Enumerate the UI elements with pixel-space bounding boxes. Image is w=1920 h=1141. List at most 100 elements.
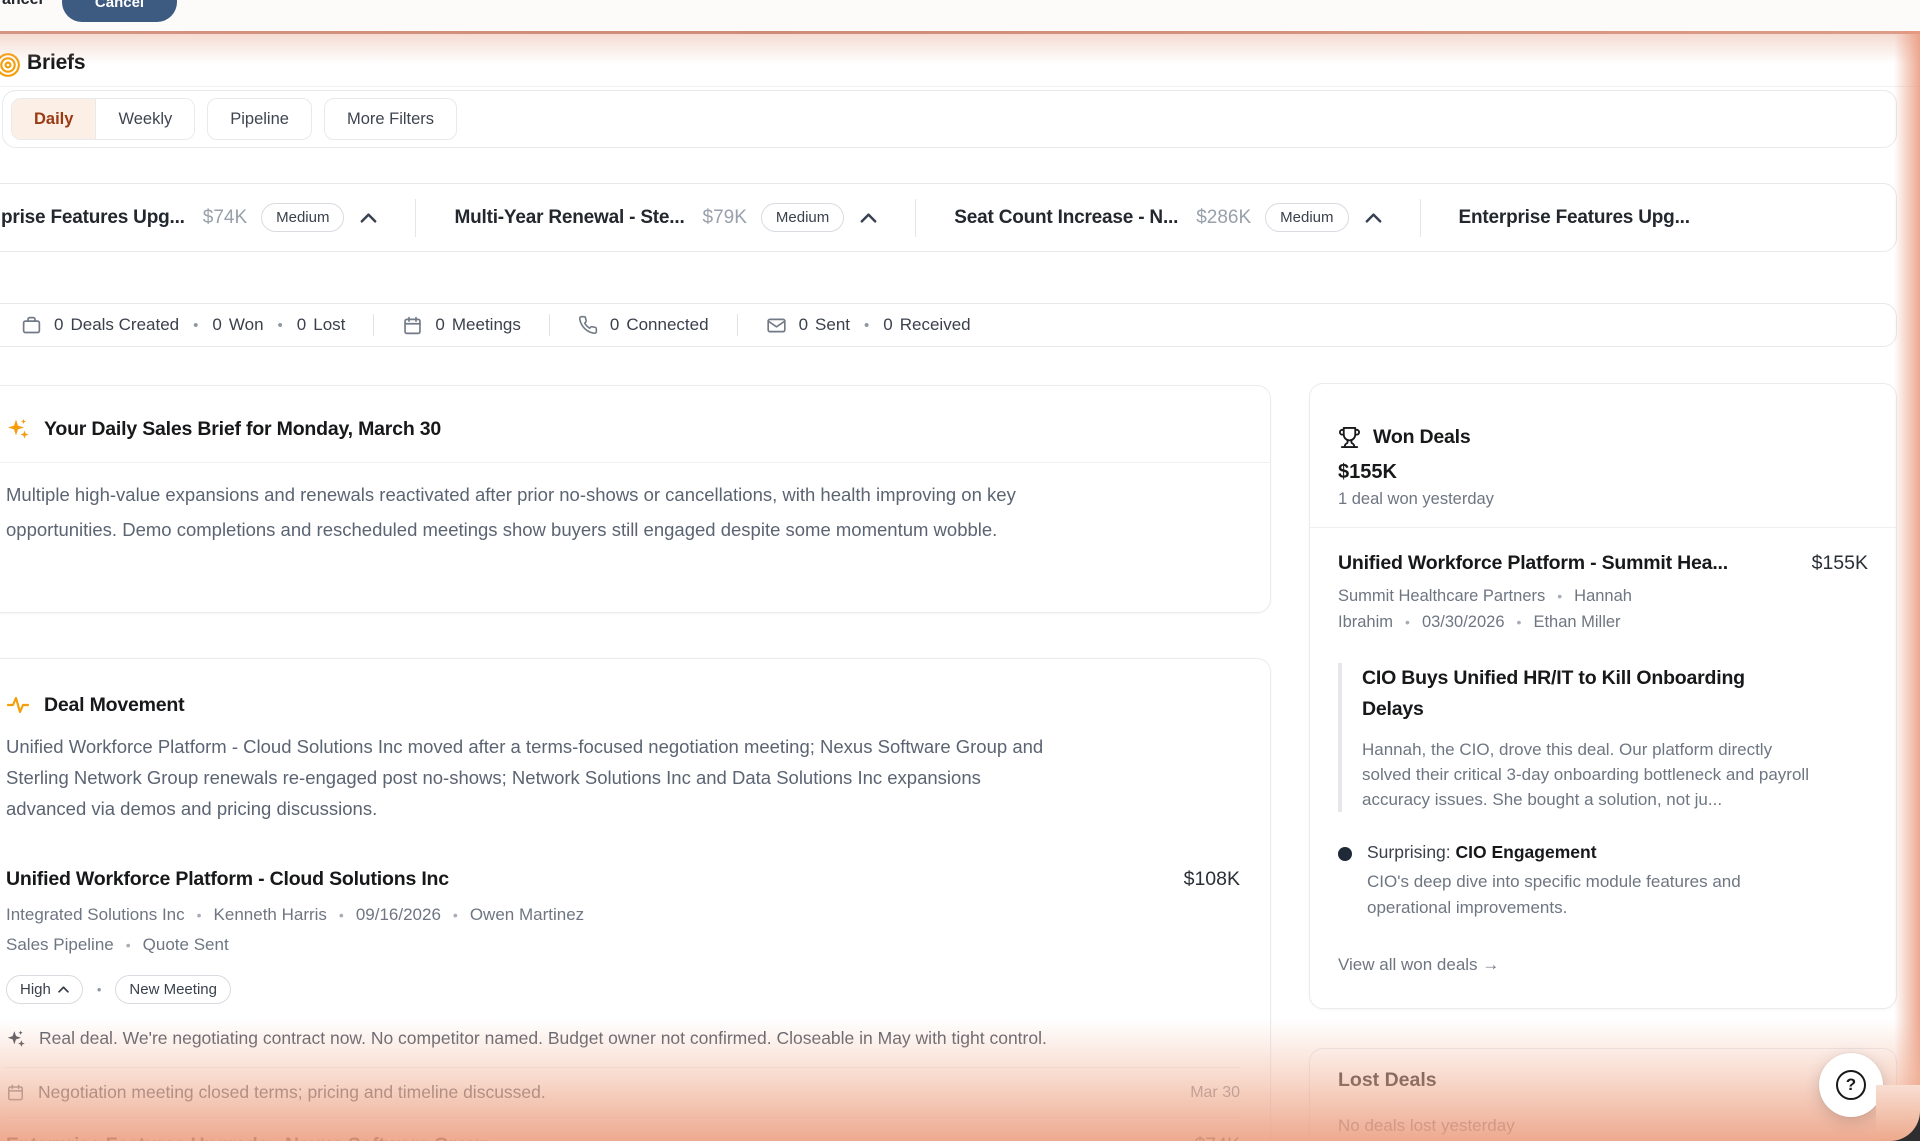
won-deal-quote-headline: CIO Buys Unified HR/IT to Kill Onboardin… bbox=[1362, 663, 1802, 725]
deal-activity-row: Negotiation meeting closed terms; pricin… bbox=[6, 1068, 1240, 1117]
won-deals-title: Won Deals bbox=[1373, 426, 1471, 449]
header-divider bbox=[0, 86, 1920, 87]
daily-brief-card: Your Daily Sales Brief for Monday, March… bbox=[0, 385, 1271, 613]
won-deal-meta: Summit Healthcare PartnersHannah Ibrahim… bbox=[1338, 583, 1768, 635]
insight-prefix: Surprising: bbox=[1367, 842, 1451, 862]
daily-brief-header: Your Daily Sales Brief for Monday, March… bbox=[0, 386, 1270, 463]
priority-badge: Medium bbox=[261, 203, 344, 232]
deals-stats-group: 0 Deals Created 0 Won 0 Lost bbox=[21, 315, 345, 336]
deal-amount: $74K bbox=[1194, 1134, 1240, 1141]
stat-value: 0 bbox=[883, 315, 892, 335]
ticker-divider bbox=[915, 199, 916, 237]
chevron-up-icon bbox=[360, 213, 377, 223]
ticker-deal-title: Seat Count Increase - N... bbox=[954, 207, 1178, 229]
ticker-divider bbox=[1420, 199, 1421, 237]
ticker-divider bbox=[415, 199, 416, 237]
chevron-up-icon bbox=[1365, 213, 1382, 223]
ticker-deal-amount: $286K bbox=[1196, 207, 1251, 229]
won-deal-amount: $155K bbox=[1812, 552, 1868, 575]
priority-toggle[interactable]: High bbox=[6, 975, 83, 1004]
chevron-up-icon bbox=[860, 213, 877, 223]
collapse-button[interactable] bbox=[1365, 213, 1382, 223]
stat-value: 0 bbox=[212, 315, 221, 335]
deal-stage: Quote Sent bbox=[143, 935, 229, 954]
won-deals-header: Won Deals bbox=[1338, 384, 1868, 449]
insight-body: CIO's deep dive into specific module fea… bbox=[1367, 869, 1797, 921]
help-button[interactable]: ? bbox=[1819, 1053, 1883, 1117]
priority-badge: Medium bbox=[1265, 203, 1348, 232]
period-segmented-control: Daily Weekly bbox=[11, 98, 195, 140]
sparkles-icon bbox=[6, 1029, 26, 1049]
page-title: Briefs bbox=[27, 51, 85, 75]
phone-icon bbox=[578, 315, 610, 335]
collapse-button[interactable] bbox=[360, 213, 377, 223]
ticker-deal-item[interactable]: Enterprise Features Upg... bbox=[1459, 207, 1690, 229]
tab-weekly[interactable]: Weekly bbox=[96, 99, 194, 139]
activity-stats-bar: 0 Deals Created 0 Won 0 Lost 0Meetings 0 Con… bbox=[0, 303, 1897, 347]
chevron-up-icon bbox=[58, 986, 69, 993]
priority-label: High bbox=[20, 981, 51, 998]
event-badge: New Meeting bbox=[115, 975, 231, 1004]
lost-deals-subtitle: No deals lost yesterday bbox=[1338, 1116, 1868, 1136]
deal-badges-row: High New Meeting bbox=[6, 975, 1240, 1004]
divider bbox=[1310, 527, 1896, 528]
calendar-icon bbox=[402, 315, 435, 336]
ticker-deal-title: Enterprise Features Upg... bbox=[1459, 207, 1690, 229]
ticker-deal-item[interactable]: Multi-Year Renewal - Ste... $79K Medium bbox=[454, 203, 877, 232]
deal-title: Enterprise Features Upgrade - Nexus Soft… bbox=[6, 1134, 491, 1141]
dot-separator bbox=[97, 982, 102, 997]
lost-deals-card: Lost Deals No deals lost yesterday bbox=[1309, 1048, 1897, 1141]
deal-contact: Kenneth Harris bbox=[214, 905, 356, 924]
priority-badge: Medium bbox=[761, 203, 844, 232]
won-deal-quote-block: CIO Buys Unified HR/IT to Kill Onboardin… bbox=[1338, 663, 1868, 812]
stat-label: Deals Created bbox=[70, 315, 179, 335]
won-deals-subtitle: 1 deal won yesterday bbox=[1338, 490, 1868, 509]
stat-value: 0 bbox=[297, 315, 306, 335]
pipeline-button[interactable]: Pipeline bbox=[207, 98, 312, 140]
deal-title-row[interactable]: Enterprise Features Upgrade - Nexus Soft… bbox=[6, 1117, 1240, 1141]
won-deal-title-row[interactable]: Unified Workforce Platform - Summit Hea.… bbox=[1338, 552, 1868, 575]
deal-movement-card: Deal Movement Unified Workforce Platform… bbox=[0, 658, 1271, 1141]
insight-label: CIO Engagement bbox=[1456, 842, 1597, 862]
deal-movement-summary: Unified Workforce Platform - Cloud Solut… bbox=[6, 731, 1056, 824]
stat-value: 0 bbox=[54, 315, 63, 335]
more-filters-button[interactable]: More Filters bbox=[324, 98, 457, 140]
deal-ai-note: Real deal. We're negotiating contract no… bbox=[6, 1028, 1240, 1049]
lost-deals-title: Lost Deals bbox=[1338, 1069, 1868, 1092]
won-deal-title: Unified Workforce Platform - Summit Hea.… bbox=[1338, 552, 1728, 575]
won-deal-company: Summit Healthcare Partners bbox=[1338, 587, 1574, 605]
meetings-stats-group: 0Meetings bbox=[402, 315, 520, 336]
deal-title: Unified Workforce Platform - Cloud Solut… bbox=[6, 868, 449, 891]
question-mark-icon: ? bbox=[1836, 1070, 1866, 1100]
ticker-deal-item[interactable]: prise Features Upg... $74K Medium bbox=[1, 203, 377, 232]
deal-amount: $108K bbox=[1184, 868, 1240, 891]
tab-daily[interactable]: Daily bbox=[12, 99, 96, 139]
ticker-deal-title: prise Features Upg... bbox=[1, 207, 185, 229]
ticker-deal-title: Multi-Year Renewal - Ste... bbox=[454, 207, 684, 229]
ticker-deal-item[interactable]: Seat Count Increase - N... $286K Medium bbox=[954, 203, 1381, 232]
briefs-target-icon bbox=[0, 52, 21, 78]
deal-title-row[interactable]: Unified Workforce Platform - Cloud Solut… bbox=[6, 868, 1240, 891]
stat-label: Connected bbox=[626, 315, 708, 335]
collapse-button[interactable] bbox=[860, 213, 877, 223]
deal-pipeline: Sales Pipeline bbox=[6, 935, 143, 954]
won-deals-total: $155K bbox=[1338, 461, 1868, 484]
ticker-deal-amount: $74K bbox=[203, 207, 247, 229]
cancel-button[interactable]: Cancel bbox=[62, 0, 177, 22]
view-all-won-deals-link[interactable]: View all won deals → bbox=[1338, 955, 1499, 975]
dot-separator bbox=[278, 317, 283, 334]
deal-owner: Owen Martinez bbox=[470, 905, 584, 924]
daily-brief-body: Multiple high-value expansions and renew… bbox=[0, 463, 1096, 547]
glow-top-line bbox=[0, 31, 1920, 34]
stat-label: Sent bbox=[815, 315, 850, 335]
stat-label: Lost bbox=[313, 315, 345, 335]
stat-label: Won bbox=[229, 315, 264, 335]
cancel-text-fragment: ancel bbox=[2, 0, 43, 9]
trophy-icon bbox=[1338, 426, 1361, 449]
deal-movement-title: Deal Movement bbox=[44, 694, 184, 717]
daily-brief-title: Your Daily Sales Brief for Monday, March… bbox=[44, 418, 441, 441]
ticker-deal-amount: $79K bbox=[703, 207, 747, 229]
stat-label: Meetings bbox=[452, 315, 521, 335]
won-deal-quote-body: Hannah, the CIO, drove this deal. Our pl… bbox=[1362, 737, 1817, 812]
stats-divider bbox=[737, 314, 738, 336]
